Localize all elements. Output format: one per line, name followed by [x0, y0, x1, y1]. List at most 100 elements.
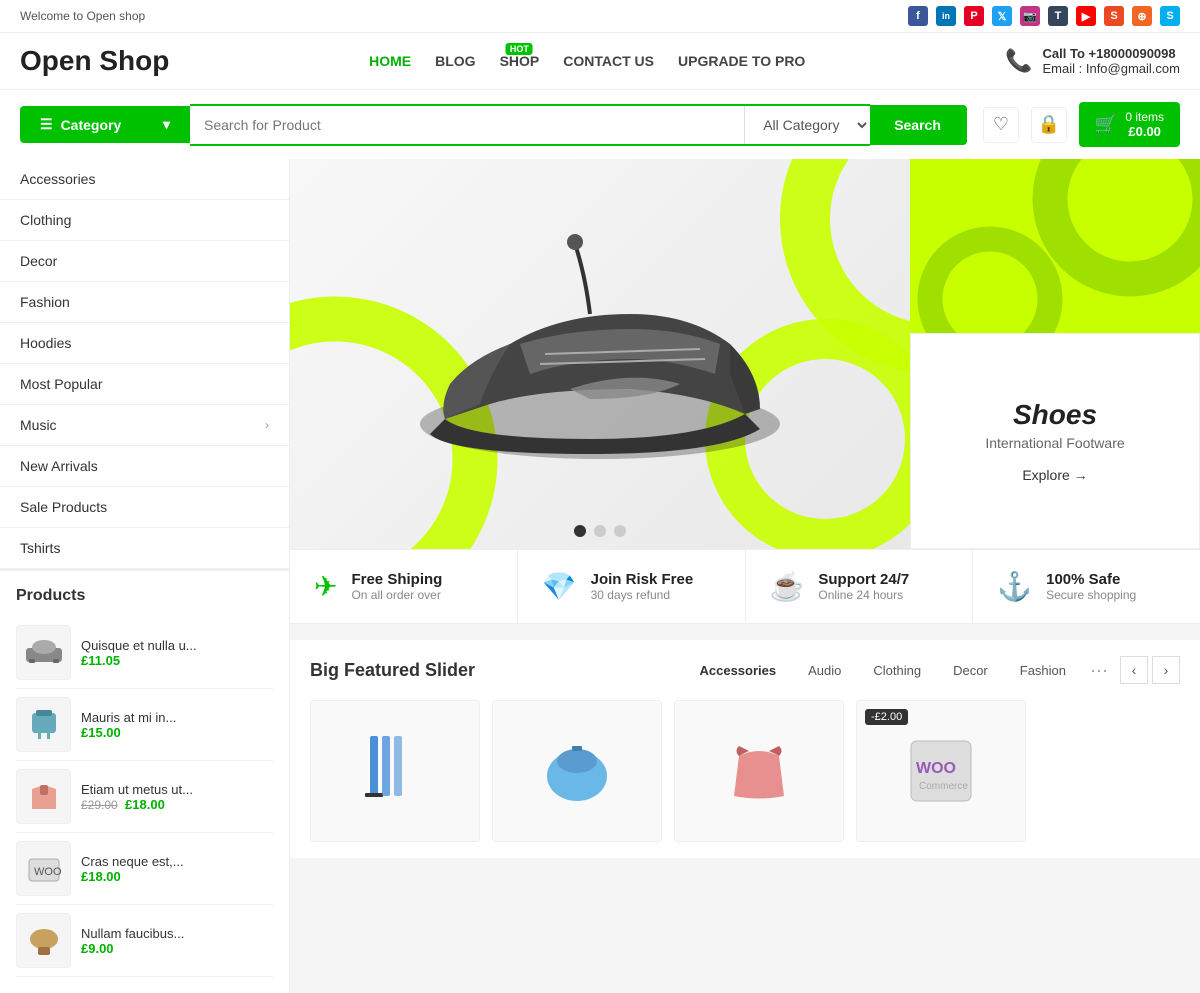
nav-upgrade[interactable]: UPGRADE TO PRO	[678, 53, 805, 69]
products-title: Products	[16, 587, 273, 605]
featured-tabs: Accessories Audio Clothing Decor Fashion…	[692, 659, 1109, 682]
feature-sub-4: Secure shopping	[1046, 588, 1136, 602]
sidebar: Accessories Clothing Decor Fashion Hoodi…	[0, 159, 290, 993]
hamburger-icon: ☰	[40, 116, 53, 133]
sidebar-item-music[interactable]: Music ›	[0, 405, 289, 446]
instagram-icon[interactable]: 📷	[1020, 6, 1040, 26]
product-name-2: Mauris at mi in...	[81, 710, 176, 725]
search-input[interactable]	[190, 106, 744, 144]
tab-accessories[interactable]: Accessories	[692, 659, 785, 682]
nav-contact[interactable]: CONTACT US	[563, 53, 654, 69]
nav-home[interactable]: HOME	[369, 53, 411, 69]
wishlist-icon[interactable]: ♡	[983, 107, 1019, 143]
feature-sub-2: 30 days refund	[591, 588, 694, 602]
cart-price: £0.00	[1125, 124, 1164, 139]
cart-button[interactable]: 🛒 0 items £0.00	[1079, 102, 1180, 147]
product-price-4: £18.00	[81, 869, 184, 884]
feature-safe: ⚓ 100% Safe Secure shopping	[973, 550, 1200, 623]
slider-dots	[574, 525, 626, 537]
nav-blog[interactable]: BLOG	[435, 53, 475, 69]
feature-support: ☕ Support 24/7 Online 24 hours	[746, 550, 974, 623]
email-address: Email : Info@gmail.com	[1043, 61, 1180, 76]
product-name-1: Quisque et nulla u...	[81, 638, 197, 653]
sidebar-item-new-arrivals[interactable]: New Arrivals	[0, 446, 289, 487]
twitter-icon[interactable]: 𝕏	[992, 6, 1012, 26]
dot-3[interactable]	[614, 525, 626, 537]
sidebar-item-accessories[interactable]: Accessories	[0, 159, 289, 200]
linkedin-icon[interactable]: in	[936, 6, 956, 26]
feature-title-1: Free Shiping	[351, 571, 442, 588]
product-price-1: £11.05	[81, 653, 197, 668]
skype-icon[interactable]: S	[1160, 6, 1180, 26]
product-thumb-5	[16, 913, 71, 968]
featured-product-card-3[interactable]	[674, 700, 844, 842]
product-card-img-1	[311, 701, 479, 841]
sidebar-item-decor[interactable]: Decor	[0, 241, 289, 282]
anchor-icon: ⚓	[997, 570, 1032, 603]
sidebar-item-most-popular[interactable]: Most Popular	[0, 364, 289, 405]
main-nav: HOME BLOG HOT SHOP CONTACT US UPGRADE TO…	[369, 53, 805, 69]
top-bar: Welcome to Open shop f in P 𝕏 📷 T ▶ S ⊕ …	[0, 0, 1200, 33]
hero-main	[290, 159, 910, 549]
cup-icon: ☕	[770, 570, 805, 603]
featured-product-card-2[interactable]	[492, 700, 662, 842]
sidebar-product-2[interactable]: Mauris at mi in... £15.00	[16, 689, 273, 761]
rss-icon[interactable]: ⊕	[1132, 6, 1152, 26]
arrow-icon: ›	[265, 418, 269, 432]
feature-risk-free: 💎 Join Risk Free 30 days refund	[518, 550, 746, 623]
plane-icon: ✈	[314, 570, 337, 603]
product-thumb-2	[16, 697, 71, 752]
dot-1[interactable]	[574, 525, 586, 537]
hero-badge-title: Shoes	[1013, 399, 1097, 431]
sidebar-product-5[interactable]: Nullam faucibus... £9.00	[16, 905, 273, 977]
featured-product-card-4[interactable]: -£2.00 WOO Commerce	[856, 700, 1026, 842]
search-button[interactable]: Search	[870, 105, 967, 145]
feature-sub-1: On all order over	[351, 588, 442, 602]
tumblr-icon[interactable]: T	[1048, 6, 1068, 26]
phone-icon: 📞	[1005, 48, 1032, 74]
header-actions: ♡ 🔒 🛒 0 items £0.00	[983, 102, 1180, 147]
feature-title-3: Support 24/7	[818, 571, 909, 588]
sidebar-nav: Accessories Clothing Decor Fashion Hoodi…	[0, 159, 289, 569]
nav-prev-button[interactable]: ‹	[1120, 656, 1148, 684]
category-button[interactable]: ☰ Category ▾	[20, 106, 190, 143]
pinterest-icon[interactable]: P	[964, 6, 984, 26]
sidebar-item-sale-products[interactable]: Sale Products	[0, 487, 289, 528]
stumble-icon[interactable]: S	[1104, 6, 1124, 26]
featured-product-card-1[interactable]	[310, 700, 480, 842]
hot-badge: HOT	[506, 43, 533, 55]
nav-shop[interactable]: HOT SHOP	[500, 53, 540, 69]
product-name-4: Cras neque est,...	[81, 854, 184, 869]
featured-title: Big Featured Slider	[310, 660, 475, 681]
facebook-icon[interactable]: f	[908, 6, 928, 26]
product-thumb-3	[16, 769, 71, 824]
main-layout: Accessories Clothing Decor Fashion Hoodi…	[0, 159, 1200, 993]
explore-button[interactable]: Explore →	[1022, 467, 1087, 483]
sidebar-product-3[interactable]: Etiam ut metus ut... £29.00 £18.00	[16, 761, 273, 833]
category-select[interactable]: All Category Accessories Clothing Decor …	[744, 106, 870, 144]
sidebar-item-hoodies[interactable]: Hoodies	[0, 323, 289, 364]
lock-icon[interactable]: 🔒	[1031, 107, 1067, 143]
logo[interactable]: Open Shop	[20, 45, 169, 77]
product-price-3: £18.00	[125, 797, 165, 812]
sidebar-product-1[interactable]: Quisque et nulla u... £11.05	[16, 617, 273, 689]
tab-audio[interactable]: Audio	[800, 659, 849, 682]
feature-shipping: ✈ Free Shiping On all order over	[290, 550, 518, 623]
tab-decor[interactable]: Decor	[945, 659, 996, 682]
sidebar-product-4[interactable]: WOO Cras neque est,... £18.00	[16, 833, 273, 905]
header: Open Shop HOME BLOG HOT SHOP CONTACT US …	[0, 33, 1200, 90]
sidebar-item-clothing[interactable]: Clothing	[0, 200, 289, 241]
tab-fashion[interactable]: Fashion	[1012, 659, 1074, 682]
hero-side: Shoes International Footware Explore →	[910, 159, 1200, 549]
product-card-img-3	[675, 701, 843, 841]
dot-2[interactable]	[594, 525, 606, 537]
product-name-3: Etiam ut metus ut...	[81, 782, 193, 797]
contact-info: 📞 Call To +18000090098 Email : Info@gmai…	[1005, 46, 1180, 76]
sidebar-item-tshirts[interactable]: Tshirts	[0, 528, 289, 569]
featured-nav: ‹ ›	[1120, 656, 1180, 684]
youtube-icon[interactable]: ▶	[1076, 6, 1096, 26]
nav-next-button[interactable]: ›	[1152, 656, 1180, 684]
sidebar-item-fashion[interactable]: Fashion	[0, 282, 289, 323]
tab-clothing[interactable]: Clothing	[865, 659, 929, 682]
more-tabs-button[interactable]: ···	[1090, 660, 1108, 681]
